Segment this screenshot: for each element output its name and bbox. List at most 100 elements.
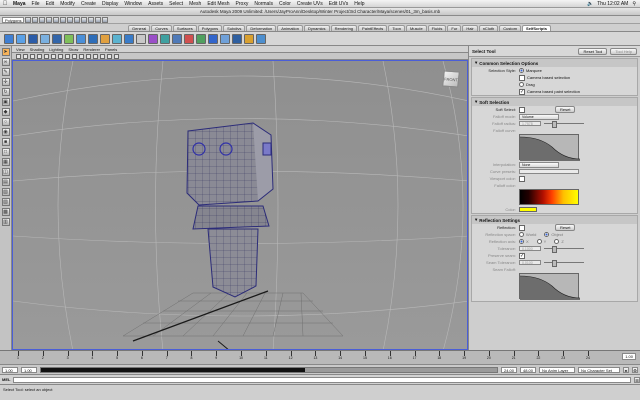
scale-tool-icon[interactable]: ▣ (1, 98, 10, 106)
shelf-tab-general[interactable]: General (128, 25, 151, 31)
falloff-radius-slider[interactable] (544, 121, 584, 128)
range-slider-thumb[interactable] (41, 367, 306, 372)
camera-icon[interactable] (16, 53, 21, 59)
interpolation-dropdown[interactable]: None (519, 161, 559, 168)
wireframe-icon[interactable] (65, 53, 70, 59)
shelf-tool-locat[interactable]: Locat (76, 33, 86, 50)
camera-paint-selection-checkbox[interactable]: ✓ (519, 88, 525, 95)
shelf-tab-fur[interactable]: Fur (447, 25, 462, 31)
shelf-tool-c[interactable]: c (52, 33, 62, 50)
open-scene-icon[interactable] (32, 16, 39, 23)
camera-based-selection-checkbox[interactable] (519, 74, 525, 81)
grid-toggle-icon[interactable] (44, 53, 49, 59)
axis-z-radio[interactable] (554, 239, 560, 244)
new-scene-icon[interactable] (25, 16, 32, 23)
layout-split-icon[interactable]: ◫ (1, 168, 10, 176)
menu-mesh[interactable]: Mesh (186, 1, 204, 7)
shelf-tool-extra-1[interactable] (148, 33, 158, 44)
shelf-tab-painteffects[interactable]: PaintEffects (358, 25, 388, 31)
seam-tolerance-slider[interactable] (544, 260, 584, 267)
curve-presets-strip[interactable] (519, 169, 579, 174)
film-gate-icon[interactable] (51, 53, 56, 59)
reset-tool-button[interactable]: Reset Tool (578, 47, 608, 55)
shelf-tool-ref[interactable]: Ref (28, 33, 38, 50)
apple-icon[interactable]:  (0, 1, 10, 7)
reflection-reset-button[interactable]: Reset (555, 224, 576, 231)
layout-four-icon[interactable]: ▦ (1, 158, 10, 166)
shelf-tab-custom[interactable]: Custom (499, 25, 522, 31)
shelf-tool-extra-5[interactable] (196, 33, 206, 44)
character-set-dropdown[interactable]: No Character Set (578, 366, 620, 373)
menu-file[interactable]: File (29, 1, 43, 7)
viewport-menu-show[interactable]: Show (68, 47, 78, 52)
marquee-radio[interactable] (519, 68, 524, 73)
tolerance-field[interactable]: 0.1000 (519, 246, 541, 251)
shelf-tab-hair[interactable]: Hair (462, 25, 478, 31)
bookmark-icon[interactable] (30, 53, 35, 59)
falloff-curve-graph[interactable] (519, 134, 581, 161)
range-start-field[interactable]: 1.00 (2, 366, 18, 373)
drag-radio[interactable] (519, 82, 524, 87)
menu-assets[interactable]: Assets (145, 1, 166, 7)
falloff-mode-dropdown[interactable]: Volume (519, 113, 559, 120)
soft-select-checkbox[interactable] (519, 106, 525, 113)
menu-create[interactable]: Create (78, 1, 99, 7)
viewport-menu-shading[interactable]: Shading (30, 47, 45, 52)
axis-x-radio[interactable] (519, 239, 524, 244)
shelf-tool-extra-2[interactable] (160, 33, 170, 44)
viewport-menu-panels[interactable]: Panels (105, 47, 117, 52)
shelf-tab-animation[interactable]: Animation (277, 25, 303, 31)
menu-window[interactable]: Window (121, 1, 145, 7)
seam-tolerance-field[interactable]: 0.0100 (519, 260, 541, 265)
shadows-icon[interactable] (100, 53, 105, 59)
last-tool-icon[interactable]: ■ (1, 138, 10, 146)
range-end-field[interactable]: 48.00 (520, 366, 536, 373)
layout-hypershade-icon[interactable]: ▨ (1, 198, 10, 206)
shelf-tool-extra-9[interactable] (244, 33, 254, 44)
move-tool-icon[interactable]: ✢ (1, 78, 10, 86)
shelf-tool-extra-10[interactable] (256, 33, 266, 44)
xray-icon[interactable] (107, 53, 112, 59)
perspective-viewport[interactable]: FRONT (12, 60, 468, 350)
time-slider[interactable]: 1 2 3 4 5 6 7 8 9 10 11 12 13 14 15 16 17 18 19 20 21 22 23 24 … (0, 350, 640, 364)
shelf-tab-curves[interactable]: Curves (151, 25, 172, 31)
shelf-tab-subdivs[interactable]: Subdivs (223, 25, 246, 31)
falloff-radius-field[interactable]: 1.7578 (519, 121, 541, 126)
menu-app[interactable]: Maya (10, 1, 29, 7)
lights-icon[interactable] (93, 53, 98, 59)
shelf-tab-surfaces[interactable]: Surfaces (172, 25, 197, 31)
isolate-select-icon[interactable] (114, 53, 119, 59)
layout-graph-icon[interactable]: ▧ (1, 188, 10, 196)
object-radio[interactable] (544, 232, 550, 237)
menu-proxy[interactable]: Proxy (233, 1, 252, 7)
reflection-settings-title[interactable]: ▾ Reflection Settings (472, 216, 637, 224)
menu-normals[interactable]: Normals (251, 1, 276, 7)
seam-falloff-graph[interactable] (519, 273, 581, 300)
shelf-tool-curv[interactable]: curv (64, 33, 74, 50)
tolerance-slider[interactable] (544, 246, 584, 253)
render-settings-icon[interactable] (102, 16, 109, 23)
tool-help-button[interactable]: Tool Help (610, 47, 637, 55)
viewport-menu-renderer[interactable]: Renderer (83, 47, 100, 52)
preferences-icon[interactable]: ⚙ (632, 366, 638, 373)
color-swatch[interactable] (519, 207, 537, 212)
script-editor-icon[interactable]: ☰ (634, 376, 640, 383)
menu-help[interactable]: Help (351, 1, 367, 7)
volume-icon[interactable]: 🔈 (587, 1, 593, 7)
snap-grid-icon[interactable] (67, 16, 74, 23)
shelf-tool-extra-8[interactable] (232, 33, 242, 44)
command-input[interactable] (13, 376, 631, 383)
wire-on-shaded-icon[interactable] (79, 53, 84, 59)
menu-edit[interactable]: Edit (43, 1, 58, 7)
shelf-tool-obj[interactable]: Obj (4, 33, 14, 50)
rotate-tool-icon[interactable]: ↻ (1, 88, 10, 96)
shelf-tab-dynamics[interactable]: Dynamics (304, 25, 330, 31)
anim-layer-dropdown[interactable]: No Anim Layer (539, 366, 575, 373)
viewport-menu-view[interactable]: View (16, 47, 25, 52)
shelf-tab-muscle[interactable]: Muscle (406, 25, 427, 31)
shelf-tool-extra-6[interactable] (208, 33, 218, 44)
shelf-tool-proe[interactable]: ProE (88, 33, 98, 50)
select-tool-icon[interactable]: ➤ (1, 48, 10, 56)
smooth-shade-icon[interactable] (72, 53, 77, 59)
world-radio[interactable] (519, 232, 524, 237)
